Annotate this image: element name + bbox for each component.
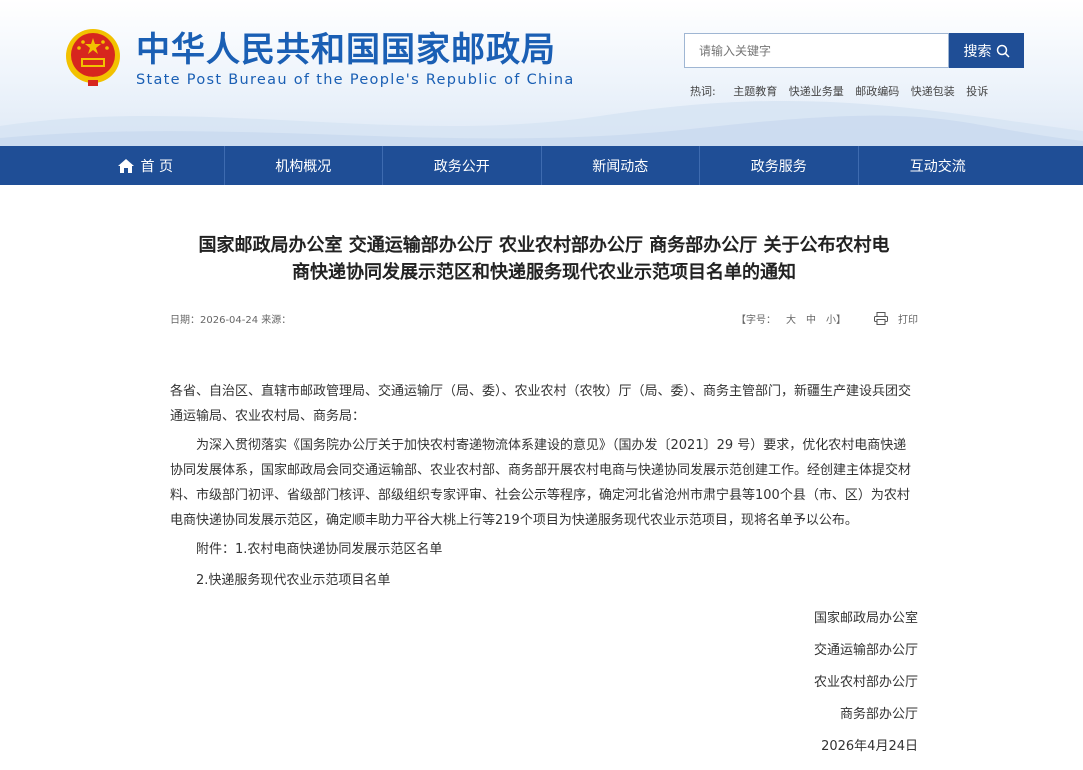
print-link[interactable]: 打印 xyxy=(898,311,918,326)
hot-words: 热词: 主题教育 快递业务量 邮政编码 快递包装 投诉 xyxy=(690,83,996,99)
nav-item-label: 互动交流 xyxy=(909,158,966,175)
hot-word-link[interactable]: 主题教育 xyxy=(733,85,777,98)
nav-item-label: 政务服务 xyxy=(750,158,807,175)
article-tools: 【字号： 大 中 小】 打印 xyxy=(736,311,918,326)
font-size-label: 【字号： xyxy=(736,314,776,326)
nav-item-news[interactable]: 新闻动态 xyxy=(542,146,700,185)
home-icon xyxy=(117,158,134,173)
national-emblem-icon[interactable] xyxy=(64,26,122,88)
main-nav: 首 页 机构概况 政务公开 新闻动态 政务服务 互动交流 xyxy=(0,146,1083,185)
nav-item-home[interactable]: 首 页 xyxy=(66,146,225,185)
article-title: 国家邮政局办公室 交通运输部办公厅 农业农村部办公厅 商务部办公厅 关于公布农村… xyxy=(170,232,918,286)
hot-word-link[interactable]: 邮政编码 xyxy=(855,85,899,98)
site-title-chinese[interactable]: 中华人民共和国国家邮政局 xyxy=(136,22,556,71)
hot-word-link[interactable]: 快递业务量 xyxy=(789,85,844,98)
site-title-english: State Post Bureau of the People's Republ… xyxy=(136,72,575,88)
search-button[interactable]: 搜索 xyxy=(949,33,1024,68)
attachment-link[interactable]: 2.快递服务现代农业示范项目名单 xyxy=(170,568,918,593)
nav-item-about[interactable]: 机构概况 xyxy=(225,146,383,185)
site-header: 中华人民共和国国家邮政局 State Post Bureau of the Pe… xyxy=(0,0,1083,146)
nav-item-label: 首 页 xyxy=(140,158,173,175)
article-title-line: 商快递协同发展示范区和快递服务现代农业示范项目名单的通知 xyxy=(292,262,796,283)
article-paragraph: 为深入贯彻落实《国务院办公厅关于加快农村寄递物流体系建设的意见》（国办发〔202… xyxy=(170,438,912,528)
print-icon[interactable] xyxy=(874,311,888,325)
article-date: 日期：2026-04-24 来源： xyxy=(170,315,292,326)
article-title-line: 国家邮政局办公室 交通运输部办公厅 农业农村部办公厅 商务部办公厅 关于公布农村… xyxy=(198,235,890,256)
search-input[interactable] xyxy=(684,33,949,68)
article: 国家邮政局办公室 交通运输部办公厅 农业农村部办公厅 商务部办公厅 关于公布农村… xyxy=(170,185,918,763)
article-salutation: 各省、自治区、直辖市邮政管理局、交通运输厅（局、委）、农业农村（农牧）厅（局、委… xyxy=(170,384,912,424)
article-body: 各省、自治区、直辖市邮政管理局、交通运输厅（局、委）、农业农村（农牧）厅（局、委… xyxy=(170,379,918,593)
hot-word-link[interactable]: 投诉 xyxy=(966,85,988,98)
font-size-small[interactable]: 小】 xyxy=(826,311,846,326)
font-size-medium[interactable]: 中 xyxy=(806,311,816,326)
nav-item-interaction[interactable]: 互动交流 xyxy=(859,146,1018,185)
search-button-label: 搜索 xyxy=(963,43,992,60)
signer: 农业农村部办公厅 xyxy=(813,675,918,690)
article-signature: 国家邮政局办公室 交通运输部办公厅 农业农村部办公厅 商务部办公厅 2026年4… xyxy=(170,603,918,763)
sign-date: 2026年4月24日 xyxy=(821,739,918,754)
nav-item-label: 新闻动态 xyxy=(592,158,649,175)
hot-word-link[interactable]: 快递包装 xyxy=(911,85,955,98)
signer: 交通运输部办公厅 xyxy=(813,643,918,658)
hot-words-label: 热词: xyxy=(690,85,716,98)
nav-item-label: 政务公开 xyxy=(433,158,490,175)
nav-item-label: 机构概况 xyxy=(275,158,332,175)
nav-item-government-affairs[interactable]: 政务公开 xyxy=(383,146,542,185)
nav-item-services[interactable]: 政务服务 xyxy=(700,146,859,185)
signer: 商务部办公厅 xyxy=(839,707,918,722)
attachment-link[interactable]: 附件：1.农村电商快递协同发展示范区名单 xyxy=(170,537,918,562)
article-meta: 日期：2026-04-24 来源： 【字号： 大 中 小】 打印 xyxy=(170,311,918,326)
search-icon xyxy=(996,44,1010,58)
signer: 国家邮政局办公室 xyxy=(813,611,918,626)
font-size-large[interactable]: 大 xyxy=(786,311,796,326)
